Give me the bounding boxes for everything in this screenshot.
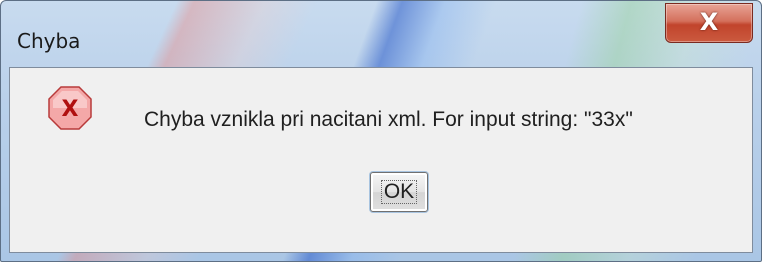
error-message: Chyba vznikla pri nacitani xml. For inpu…	[144, 108, 633, 131]
ok-button-label: OK	[380, 180, 418, 204]
window-title: Chyba	[17, 29, 81, 53]
title-bar[interactable]: Chyba X	[1, 1, 761, 61]
error-icon-glyph: X	[62, 97, 79, 122]
close-button[interactable]: X	[665, 3, 753, 43]
close-icon: X	[699, 8, 719, 36]
error-dialog-window: Chyba X X Chyba vznikla pri nacitani xml…	[0, 0, 762, 262]
ok-button[interactable]: OK	[370, 172, 428, 212]
dialog-content: X Chyba vznikla pri nacitani xml. For in…	[9, 67, 753, 253]
error-icon: X	[48, 86, 92, 130]
